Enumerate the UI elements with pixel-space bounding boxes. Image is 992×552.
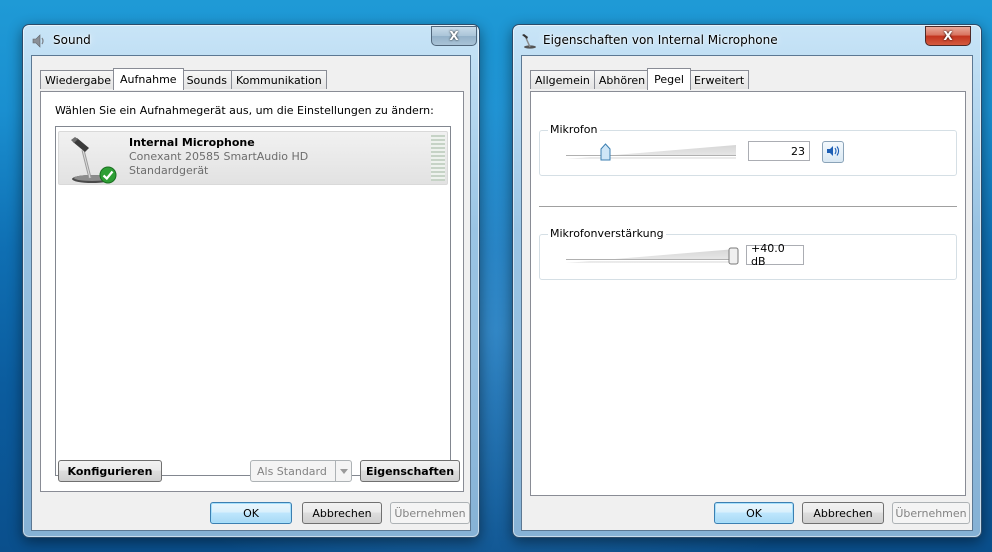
window-title: Sound [53,33,91,47]
microphone-slider[interactable] [566,145,736,159]
close-button[interactable]: X [431,26,477,46]
tab-abhoeren[interactable]: Abhören [593,70,651,89]
properties-client-area: Allgemein Abhören Pegel Erweitert Mikrof… [521,55,973,531]
mute-toggle-button[interactable] [822,141,844,163]
microphone-slider-thumb[interactable] [600,143,611,161]
tab-erweitert[interactable]: Erweitert [688,70,750,89]
slider-track-line [566,259,736,261]
tab-panel-pegel: Mikrofon 23 Mikrofonverstärkung +40.0 dB [530,91,966,496]
ok-button[interactable]: OK [210,502,292,524]
cancel-button[interactable]: Abbrechen [802,502,884,524]
microphone-level-field[interactable]: 23 [748,141,810,161]
tab-strip: Allgemein Abhören Pegel Erweitert [530,68,750,90]
list-item-internal-microphone[interactable]: Internal Microphone Conexant 20585 Smart… [58,131,448,185]
close-icon: X [943,29,953,43]
microphone-window-icon [521,33,537,49]
device-status: Standardgerät [129,164,209,177]
cancel-button[interactable]: Abbrechen [302,502,382,524]
sound-window: Sound X Wiedergabe Aufnahme Sounds Kommu… [22,24,480,538]
boost-group: Mikrofonverstärkung +40.0 dB [539,227,957,280]
tab-allgemein[interactable]: Allgemein [530,70,595,89]
properties-titlebar[interactable]: Eigenschaften von Internal Microphone X [513,25,981,55]
checkmark-icon [99,166,117,184]
window-title: Eigenschaften von Internal Microphone [543,33,778,47]
tab-sounds[interactable]: Sounds [181,70,232,89]
ok-button[interactable]: OK [714,502,794,524]
boost-slider-thumb[interactable] [728,247,739,265]
sound-titlebar[interactable]: Sound X [23,25,479,55]
boost-level-field: +40.0 dB [746,242,804,268]
boost-group-label: Mikrofonverstärkung [548,227,666,240]
properties-button[interactable]: Eigenschaften [360,460,460,482]
device-driver: Conexant 20585 SmartAudio HD [129,150,309,163]
instruction-text: Wählen Sie ein Aufnahmegerät aus, um die… [55,104,434,117]
dropdown-arrow-icon[interactable] [335,461,351,481]
tab-kommunikation[interactable]: Kommunikation [230,70,327,89]
tab-strip: Wiedergabe Aufnahme Sounds Kommunikation [40,68,327,90]
apply-button[interactable]: Übernehmen [892,502,970,524]
tab-wiedergabe[interactable]: Wiedergabe [40,70,117,89]
tab-panel-aufnahme: Wählen Sie ein Aufnahmegerät aus, um die… [40,91,464,492]
speaker-window-icon [31,33,47,49]
close-icon: X [449,29,459,43]
properties-window: Eigenschaften von Internal Microphone X … [512,24,982,538]
boost-slider[interactable] [566,249,736,263]
device-list[interactable]: Internal Microphone Conexant 20585 Smart… [55,126,451,476]
speaker-icon [826,145,840,160]
microphone-group-label: Mikrofon [548,123,600,136]
set-default-button[interactable]: Als Standard [250,460,352,482]
close-button[interactable]: X [925,26,971,46]
apply-button[interactable]: Übernehmen [390,502,470,524]
sound-client-area: Wiedergabe Aufnahme Sounds Kommunikation… [31,55,471,531]
device-name: Internal Microphone [129,136,255,149]
slider-track-line [566,155,736,157]
set-default-label: Als Standard [257,464,327,478]
tab-aufnahme[interactable]: Aufnahme [113,68,184,90]
tab-pegel[interactable]: Pegel [647,68,691,90]
separator [539,206,957,208]
level-meter [431,135,445,181]
microphone-group: Mikrofon 23 [539,123,957,176]
configure-button[interactable]: Konfigurieren [58,460,162,482]
